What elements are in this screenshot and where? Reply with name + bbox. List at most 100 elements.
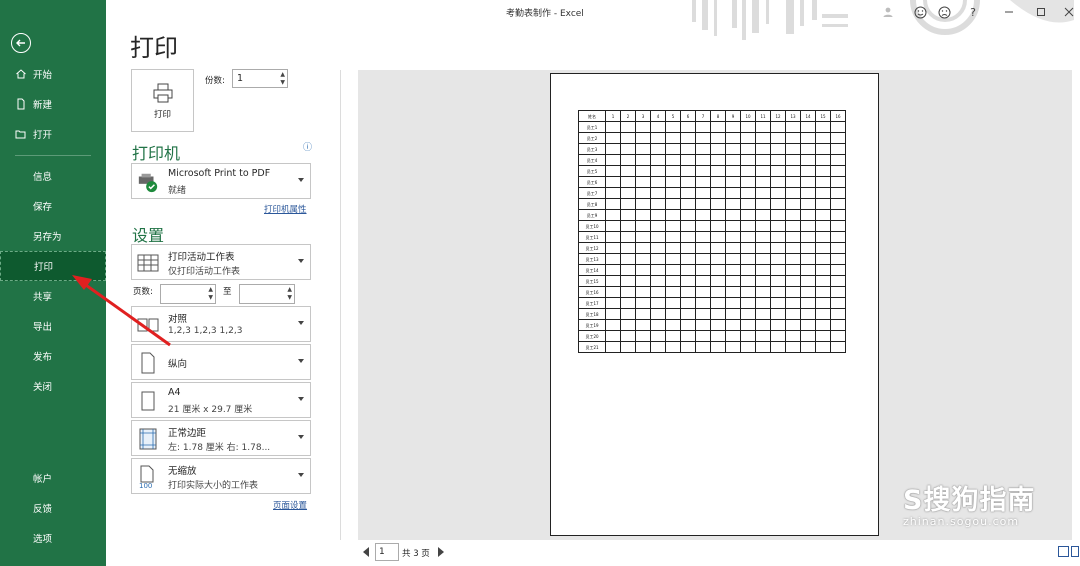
- table-cell: [650, 132, 666, 144]
- spin-up-icon[interactable]: ▲: [280, 71, 285, 78]
- help-icon[interactable]: ?: [966, 5, 980, 19]
- folder-open-icon: [15, 130, 26, 139]
- table-cell: [740, 165, 756, 177]
- table-cell: [755, 275, 771, 287]
- account-avatar-icon[interactable]: [881, 5, 895, 19]
- nav-item-publish[interactable]: 发布: [0, 341, 106, 371]
- print-what-dropdown[interactable]: 打印活动工作表 仅打印活动工作表: [131, 244, 311, 280]
- table-cell: [830, 121, 846, 133]
- pages-label: 页数:: [133, 287, 153, 297]
- page-from-input[interactable]: ▲ ▼: [160, 284, 216, 304]
- info-icon[interactable]: ⓘ: [303, 140, 312, 153]
- preview-page: 姓名 1 2 3 4 5 6 7 8 9 10 11 12 13 14 15 16 员工1 员工2 员工3 员工4 员工5…: [550, 73, 879, 536]
- page-setup-link[interactable]: 页面设置: [273, 499, 307, 511]
- smile-feedback-icon[interactable]: [913, 5, 927, 19]
- previous-page-icon[interactable]: [363, 547, 369, 557]
- nav-item-feedback[interactable]: 反馈: [0, 493, 106, 523]
- table-cell: [755, 242, 771, 254]
- setting-line2: 左: 1.78 厘米 右: 1.78...: [168, 443, 271, 453]
- table-cell: [755, 231, 771, 243]
- nav-item-account[interactable]: 帐户: [0, 463, 106, 493]
- table-cell: [695, 154, 711, 166]
- nav-item-share[interactable]: 共享: [0, 281, 106, 311]
- print-button[interactable]: 打印: [131, 69, 194, 132]
- nav-item-label: 打开: [33, 130, 53, 141]
- table-cell: [665, 286, 681, 298]
- table-cell: [815, 264, 831, 276]
- spin-down-icon[interactable]: ▼: [208, 294, 213, 301]
- table-cell: 员工9: [578, 209, 606, 221]
- scaling-dropdown[interactable]: 100 无缩放 打印实际大小的工作表: [131, 458, 311, 494]
- chevron-down-icon: [298, 397, 304, 401]
- table-cell: [680, 121, 696, 133]
- sheet-grid-icon: [137, 254, 159, 272]
- nav-item-label: 反馈: [33, 504, 53, 515]
- orientation-dropdown[interactable]: 纵向: [131, 344, 311, 380]
- frown-feedback-icon[interactable]: [937, 5, 951, 19]
- table-cell: [605, 341, 621, 353]
- page-to-input[interactable]: ▲ ▼: [239, 284, 295, 304]
- table-cell: [680, 308, 696, 320]
- close-icon[interactable]: [1062, 5, 1076, 19]
- page-number-input[interactable]: 1: [375, 543, 399, 561]
- nav-item-save-as[interactable]: 另存为: [0, 221, 106, 251]
- printer-dropdown[interactable]: Microsoft Print to PDF 就绪: [131, 163, 311, 199]
- table-cell: [815, 242, 831, 254]
- nav-item-close[interactable]: 关闭: [0, 371, 106, 401]
- table-cell: [710, 187, 726, 199]
- table-cell: [770, 286, 786, 298]
- nav-item-options[interactable]: 选项: [0, 523, 106, 553]
- table-cell: [800, 132, 816, 144]
- printer-properties-link[interactable]: 打印机属性: [264, 203, 307, 215]
- page-number-value: 1: [379, 547, 385, 557]
- paper-size-dropdown[interactable]: A4 21 厘米 x 29.7 厘米: [131, 382, 311, 418]
- table-cell: [710, 165, 726, 177]
- margins-dropdown[interactable]: 正常边距 左: 1.78 厘米 右: 1.78...: [131, 420, 311, 456]
- table-cell: [620, 330, 636, 342]
- table-cell: [710, 176, 726, 188]
- maximize-icon[interactable]: [1034, 5, 1048, 19]
- panel-divider: [340, 70, 341, 540]
- table-cell: [680, 231, 696, 243]
- nav-item-save[interactable]: 保存: [0, 191, 106, 221]
- table-cell: [605, 143, 621, 155]
- table-cell: [635, 231, 651, 243]
- nav-item-info[interactable]: 信息: [0, 161, 106, 191]
- nav-item-print[interactable]: 打印: [0, 251, 106, 281]
- spin-down-icon[interactable]: ▼: [280, 79, 285, 86]
- collate-dropdown[interactable]: 对照 1,2,3 1,2,3 1,2,3: [131, 306, 311, 342]
- table-cell: [785, 132, 801, 144]
- table-cell: [815, 341, 831, 353]
- next-page-icon[interactable]: [438, 547, 444, 557]
- nav-item-open[interactable]: 打开: [0, 119, 106, 149]
- spin-up-icon[interactable]: ▲: [208, 286, 213, 293]
- table-cell: [665, 341, 681, 353]
- copies-stepper[interactable]: 1 ▲ ▼: [232, 69, 288, 88]
- table-row: 员工1: [578, 121, 846, 133]
- table-cell: [620, 286, 636, 298]
- table-row: 员工21: [578, 341, 846, 353]
- table-cell: [800, 154, 816, 166]
- paper-size-icon: [141, 391, 155, 411]
- table-header-cell: 8: [710, 110, 726, 122]
- table-cell: [725, 264, 741, 276]
- table-cell: [785, 231, 801, 243]
- table-cell: [695, 319, 711, 331]
- table-cell: [605, 297, 621, 309]
- spin-up-icon[interactable]: ▲: [287, 286, 292, 293]
- setting-line2: 1,2,3 1,2,3 1,2,3: [168, 326, 243, 336]
- table-cell: [710, 121, 726, 133]
- minimize-icon[interactable]: [1002, 5, 1016, 19]
- setting-line1: 纵向: [168, 359, 188, 370]
- show-margins-icon[interactable]: [1058, 546, 1069, 557]
- table-cell: [695, 209, 711, 221]
- nav-item-home[interactable]: 开始: [0, 59, 106, 89]
- back-arrow-icon[interactable]: [11, 33, 31, 53]
- spin-down-icon[interactable]: ▼: [287, 294, 292, 301]
- nav-item-label: 新建: [33, 100, 53, 111]
- nav-item-export[interactable]: 导出: [0, 311, 106, 341]
- nav-item-new[interactable]: 新建: [0, 89, 106, 119]
- table-cell: [695, 286, 711, 298]
- zoom-to-page-icon[interactable]: [1071, 546, 1079, 557]
- table-cell: [725, 341, 741, 353]
